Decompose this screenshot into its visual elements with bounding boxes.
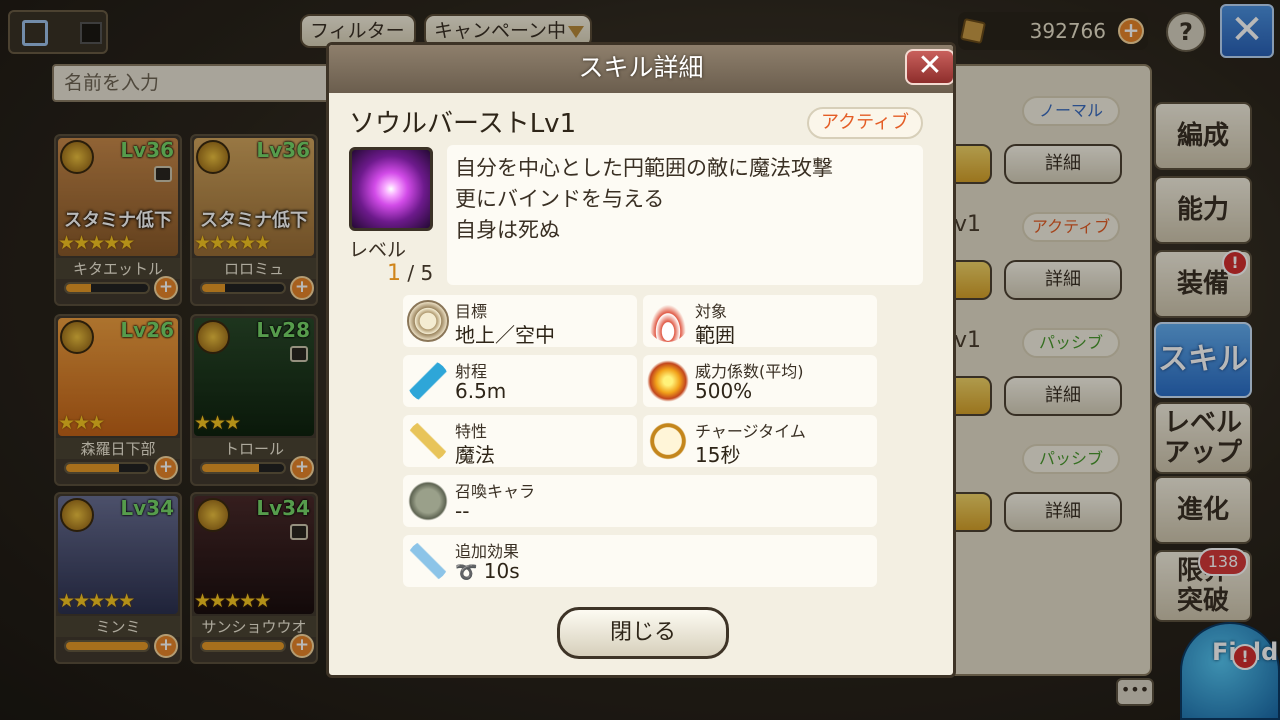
info-range-value: 6.5m <box>455 379 507 403</box>
info-target-value: 地上／空中 <box>455 323 555 347</box>
close-icon: ✕ <box>917 48 943 83</box>
info-charge-value: 15秒 <box>695 443 741 467</box>
skill-level-max: / 5 <box>407 261 434 285</box>
modal-close-button[interactable]: ✕ <box>905 48 953 85</box>
skill-name: ソウルバーストLv1 <box>349 109 577 139</box>
skill-detail-modal: スキル詳細 ✕ ソウルバーストLv1 アクティブ レベル 1 / 5 自分を中心… <box>326 42 956 678</box>
close-button[interactable]: 閉じる <box>557 607 729 659</box>
description-line: 更にバインドを与える <box>455 187 665 211</box>
sword-icon <box>407 420 449 462</box>
info-extra: 追加効果 ➰ 10s <box>403 535 877 587</box>
info-power: 威力係数(平均) 500% <box>643 355 877 407</box>
clock-icon <box>647 420 689 462</box>
skill-level-value: 1 / 5 <box>387 261 433 286</box>
info-trait: 特性 魔法 <box>403 415 637 467</box>
info-summon-value: -- <box>455 499 470 523</box>
arrow-range-icon <box>407 360 449 402</box>
info-trait-value: 魔法 <box>455 443 495 467</box>
info-range: 射程 6.5m <box>403 355 637 407</box>
info-scope-value: 範囲 <box>695 323 735 347</box>
explosion-icon <box>647 360 689 402</box>
info-charge: チャージタイム 15秒 <box>643 415 877 467</box>
summon-character-icon <box>407 480 449 522</box>
skill-description: 自分を中心とした円範囲の敵に魔法攻撃 更にバインドを与える 自身は死ぬ <box>447 145 923 285</box>
info-extra-value: 10s <box>483 559 520 583</box>
skill-type-badge: アクティブ <box>807 107 923 139</box>
info-target: 目標 地上／空中 <box>403 295 637 347</box>
description-line: 自分を中心とした円範囲の敵に魔法攻撃 <box>455 156 833 180</box>
bind-effect-icon: ➰ <box>455 562 478 583</box>
skill-icon <box>349 147 433 231</box>
skill-level-label: レベル <box>349 239 407 261</box>
skill-level-current: 1 <box>387 261 401 286</box>
area-target-icon <box>647 300 689 342</box>
info-extra-value-wrap: ➰ 10s <box>455 559 520 583</box>
crosshair-icon <box>407 300 449 342</box>
info-power-value: 500% <box>695 379 753 403</box>
description-line: 自身は死ぬ <box>455 218 560 242</box>
modal-title: スキル詳細 <box>329 45 953 93</box>
sword-plus-icon <box>407 540 449 582</box>
info-summon: 召喚キャラ -- <box>403 475 877 527</box>
info-scope: 対象 範囲 <box>643 295 877 347</box>
